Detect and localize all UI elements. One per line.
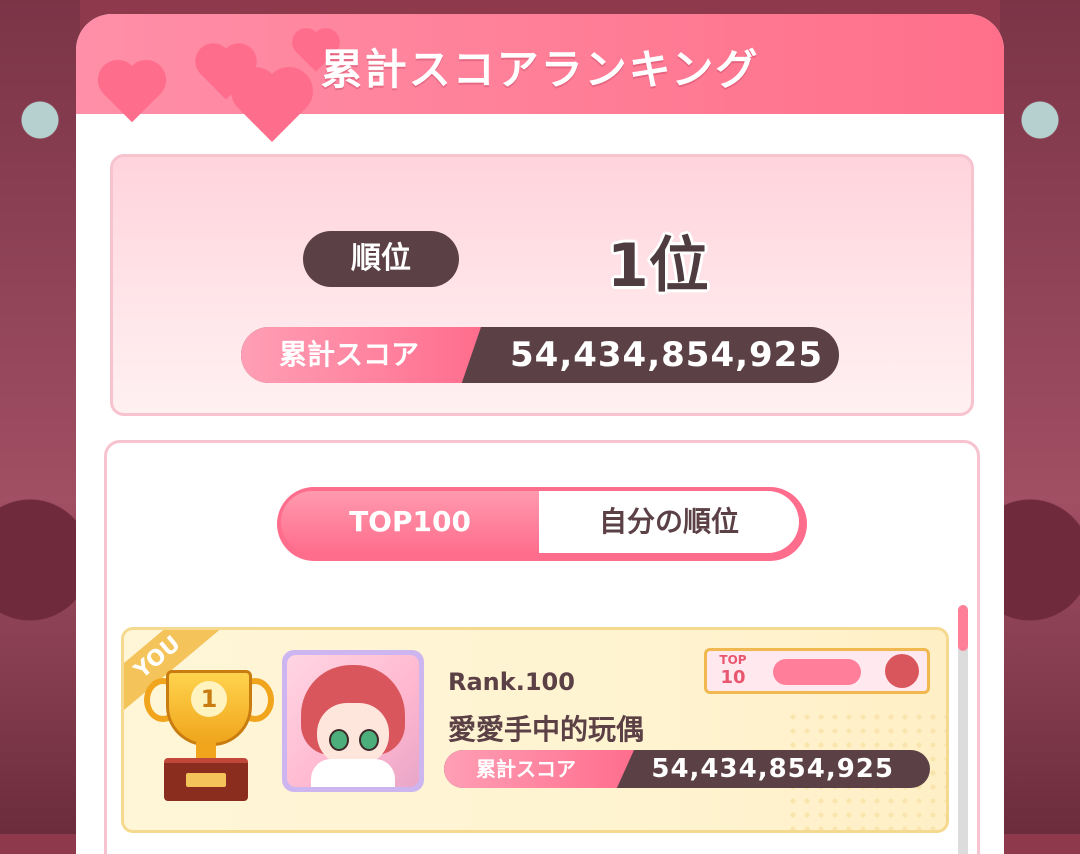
scrollbar-thumb[interactable] [958,605,968,651]
badge-top-label: TOP 10 [713,653,753,688]
crown-plate [186,773,226,787]
total-score-label: 累計スコア [241,327,481,383]
avatar-face [317,703,389,765]
ranking-list-card: TOP100 自分の順位 YOU 1 Rank.100 愛愛手中的玩偶 TOP … [104,440,980,854]
top10-badge: TOP 10 [704,648,930,694]
entry-score-value: 54,434,854,925 [651,754,894,784]
tab-my-rank[interactable]: 自分の順位 [539,491,799,553]
badge-top-small: TOP [719,653,747,667]
avatar-body [311,759,395,787]
badge-character-icon [885,654,919,688]
trophy-base [164,758,248,801]
rank-value: 1位 [607,231,709,301]
entry-score-label: 累計スコア [444,750,634,788]
ranking-entry-self[interactable]: YOU 1 Rank.100 愛愛手中的玩偶 TOP 10 累計スコア 54,4… [121,627,949,833]
trophy-rank-number: 1 [191,681,227,717]
ranking-panel: 累計スコアランキング 順位 1位 累計スコア 54,434,854,925 TO… [76,14,1004,854]
total-score-value: 54,434,854,925 [510,335,823,375]
scrollbar[interactable] [958,605,968,854]
player-rank: Rank.100 [448,668,575,696]
avatar-eye [359,729,379,751]
avatar [287,655,419,787]
panel-header: 累計スコアランキング [76,14,1004,142]
avatar-eye [329,729,349,751]
badge-top-big: 10 [720,667,746,688]
entry-score-bar: 累計スコア 54,434,854,925 [444,750,930,788]
player-name: 愛愛手中的玩偶 [448,713,645,746]
page-title: 累計スコアランキング [320,45,760,94]
badge-logo [773,659,861,685]
ranking-tabs: TOP100 自分の順位 [277,487,807,561]
rank-label: 順位 [303,231,459,287]
tab-top100[interactable]: TOP100 [281,491,539,553]
background-right [1000,0,1080,834]
rank-summary-card: 順位 1位 累計スコア 54,434,854,925 [110,154,974,416]
total-score-bar: 累計スコア 54,434,854,925 [241,327,839,383]
trophy-cup: 1 [166,670,252,746]
avatar-frame[interactable] [282,650,424,792]
background-left [0,0,80,834]
